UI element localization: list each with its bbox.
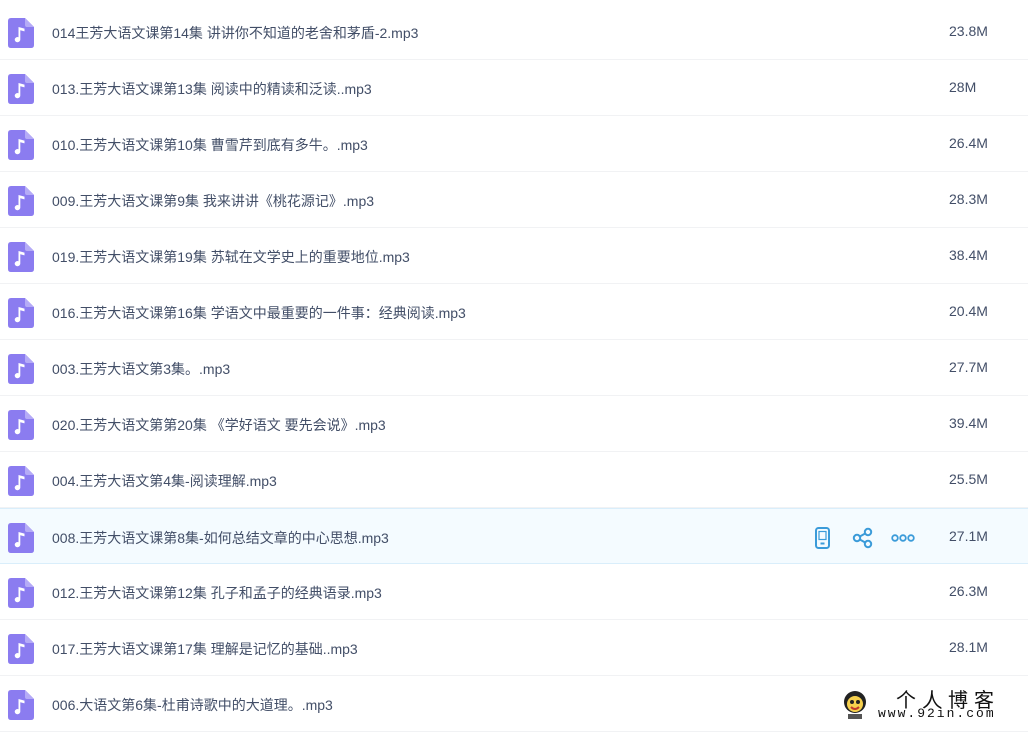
music-file-icon <box>8 690 34 720</box>
file-size: 25.5M <box>949 471 988 487</box>
mascot-logo-icon <box>844 691 866 719</box>
file-row[interactable]: 009.王芳大语文课第9集 我来讲讲《桃花源记》.mp3 28.3M <box>0 172 1028 228</box>
file-name[interactable]: 017.王芳大语文课第17集 理解是记忆的基础..mp3 <box>52 639 358 659</box>
music-file-icon <box>8 298 34 328</box>
file-row[interactable]: 012.王芳大语文课第12集 孔子和孟子的经典语录.mp3 26.3M <box>0 564 1028 620</box>
file-row[interactable]: 010.王芳大语文课第10集 曹雪芹到底有多牛。.mp3 26.4M <box>0 116 1028 172</box>
more-icon[interactable] <box>890 525 916 551</box>
file-size: 28.3M <box>949 191 988 207</box>
music-file-icon <box>8 18 34 48</box>
blog-watermark: 个人博客 www.92in.com <box>838 684 1028 727</box>
file-row[interactable]: 003.王芳大语文第3集。.mp3 27.7M <box>0 340 1028 396</box>
file-list: 014王芳大语文课第14集 讲讲你不知道的老舍和茅盾-2.mp3 23.8M 0… <box>0 4 1028 732</box>
file-size: 26.4M <box>949 135 988 151</box>
file-row[interactable]: 016.王芳大语文课第16集 学语文中最重要的一件事：经典阅读.mp3 20.4… <box>0 284 1028 340</box>
file-name[interactable]: 020.王芳大语文第第20集 《学好语文 要先会说》.mp3 <box>52 415 386 435</box>
music-file-icon <box>8 523 34 553</box>
share-icon[interactable] <box>850 525 876 551</box>
music-file-icon <box>8 410 34 440</box>
file-name[interactable]: 008.王芳大语文课第8集-如何总结文章的中心思想.mp3 <box>52 528 389 548</box>
file-name[interactable]: 016.王芳大语文课第16集 学语文中最重要的一件事：经典阅读.mp3 <box>52 303 466 323</box>
file-name[interactable]: 013.王芳大语文课第13集 阅读中的精读和泛读..mp3 <box>52 79 372 99</box>
file-name[interactable]: 014王芳大语文课第14集 讲讲你不知道的老舍和茅盾-2.mp3 <box>52 23 418 43</box>
music-file-icon <box>8 634 34 664</box>
file-size: 20.4M <box>949 303 988 319</box>
file-size: 28.1M <box>949 639 988 655</box>
phone-icon[interactable] <box>810 525 836 551</box>
file-row[interactable]: 020.王芳大语文第第20集 《学好语文 要先会说》.mp3 39.4M <box>0 396 1028 452</box>
file-name[interactable]: 019.王芳大语文课第19集 苏轼在文学史上的重要地位.mp3 <box>52 247 410 267</box>
file-size: 39.4M <box>949 415 988 431</box>
file-row[interactable]: 008.王芳大语文课第8集-如何总结文章的中心思想.mp3 27.1M <box>0 508 1028 564</box>
file-row[interactable]: 017.王芳大语文课第17集 理解是记忆的基础..mp3 28.1M <box>0 620 1028 676</box>
file-row[interactable]: 019.王芳大语文课第19集 苏轼在文学史上的重要地位.mp3 38.4M <box>0 228 1028 284</box>
file-name[interactable]: 009.王芳大语文课第9集 我来讲讲《桃花源记》.mp3 <box>52 191 374 211</box>
file-size: 27.1M <box>949 528 988 544</box>
file-size: 26.3M <box>949 583 988 599</box>
file-name[interactable]: 012.王芳大语文课第12集 孔子和孟子的经典语录.mp3 <box>52 583 382 603</box>
music-file-icon <box>8 242 34 272</box>
music-file-icon <box>8 354 34 384</box>
music-file-icon <box>8 74 34 104</box>
file-name[interactable]: 010.王芳大语文课第10集 曹雪芹到底有多牛。.mp3 <box>52 135 368 155</box>
file-row[interactable]: 013.王芳大语文课第13集 阅读中的精读和泛读..mp3 28M <box>0 60 1028 116</box>
music-file-icon <box>8 578 34 608</box>
file-name[interactable]: 006.大语文第6集-杜甫诗歌中的大道理。.mp3 <box>52 695 333 715</box>
file-size: 27.7M <box>949 359 988 375</box>
file-size: 38.4M <box>949 247 988 263</box>
file-size: 23.8M <box>949 23 988 39</box>
file-size: 28M <box>949 79 977 95</box>
watermark-url: www.92in.com <box>878 706 996 721</box>
file-name[interactable]: 003.王芳大语文第3集。.mp3 <box>52 359 230 379</box>
music-file-icon <box>8 130 34 160</box>
file-name[interactable]: 004.王芳大语文第4集-阅读理解.mp3 <box>52 471 277 491</box>
file-row[interactable]: 014王芳大语文课第14集 讲讲你不知道的老舍和茅盾-2.mp3 23.8M <box>0 4 1028 60</box>
file-row[interactable]: 004.王芳大语文第4集-阅读理解.mp3 25.5M <box>0 452 1028 508</box>
music-file-icon <box>8 466 34 496</box>
music-file-icon <box>8 186 34 216</box>
